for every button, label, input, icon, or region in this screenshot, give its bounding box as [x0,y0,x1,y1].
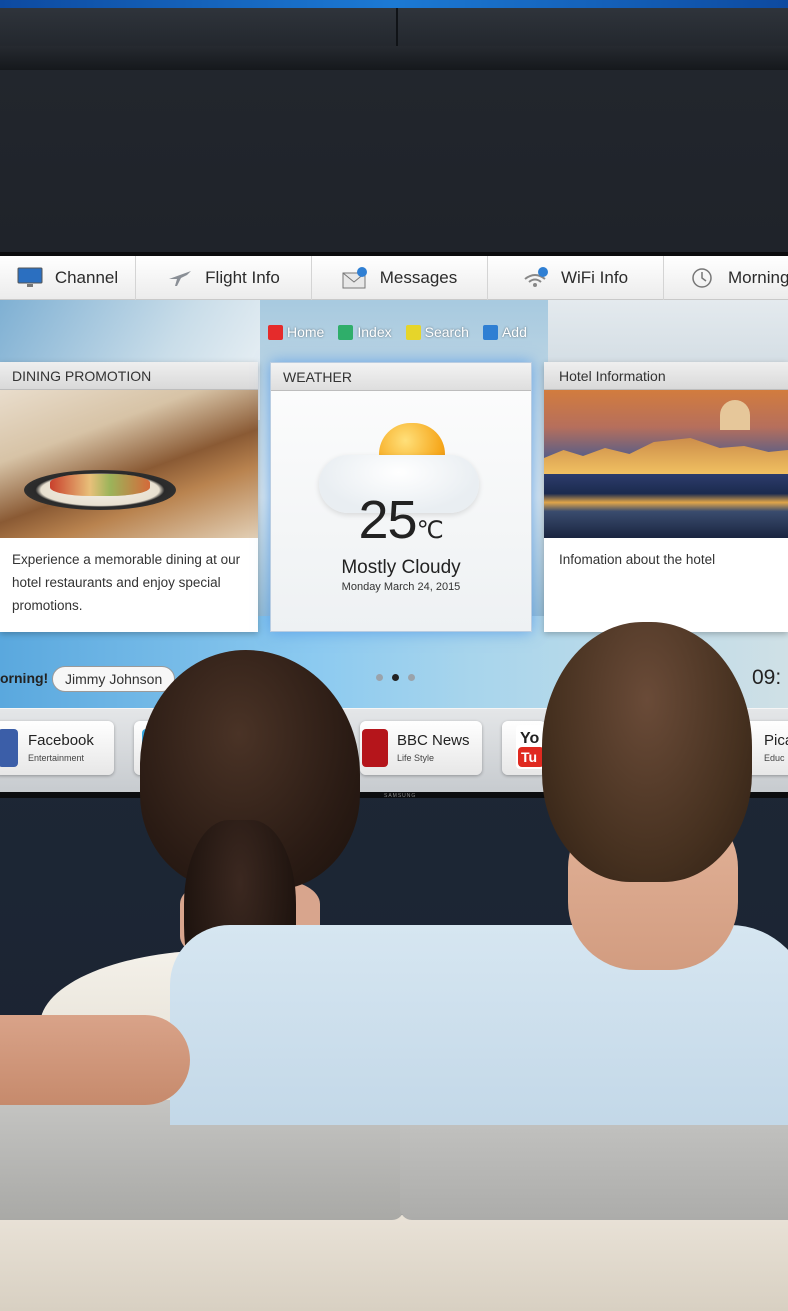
envelope-icon [342,267,368,289]
green-key-icon [338,324,354,340]
clock-icon [690,267,716,289]
red-key-icon [268,324,283,340]
food-image [50,474,150,496]
clock-readout: 09: [752,666,782,689]
app-tile-facebook[interactable]: Facebook Entertainment [0,721,114,775]
svg-text:Yo: Yo [520,730,539,747]
floor [0,1215,788,1311]
airplane-icon [167,267,193,289]
card-title: Hotel Information [544,362,788,390]
samsung-logo: SAMSUNG [384,793,417,799]
yellow-key-icon [405,324,421,340]
app-tile-youtube[interactable]: Yo Tu [502,721,546,775]
facebook-icon [0,729,18,767]
menu-item-wifi-info[interactable]: WiFi Info [488,256,664,300]
greeting-text: orning! [0,670,49,686]
menu-item-label: Morning [728,268,788,287]
menu-item-flight-info[interactable]: Flight Info [136,256,312,300]
blue-key-icon [482,324,498,340]
page-dot[interactable] [376,674,383,681]
bbc-news-icon [362,729,388,767]
menu-item-label: Channel [54,268,119,287]
key-add[interactable]: Add [482,324,527,340]
page-indicator[interactable] [376,674,415,681]
menu-item-messages[interactable]: Messages [312,256,488,300]
dome-image [720,400,750,430]
hotel-photo [544,390,788,538]
hotel-information-card[interactable]: Hotel Information Infomation about the h… [544,362,788,632]
card-title: DINING PROMOTION [0,362,258,390]
menu-item-label: Messages [379,268,458,287]
app-name: BBC News [397,732,470,749]
monitor-icon [17,267,43,289]
card-description: Experience a memorable dining at our hot… [12,552,241,613]
key-home[interactable]: Home [268,324,324,340]
svg-text:Tu: Tu [521,749,537,765]
ceiling-ledge [0,46,788,70]
color-key-legend: Home Index Search Add [268,324,527,340]
page-dot[interactable] [408,674,415,681]
menu-item-morning[interactable]: Morning [664,256,788,300]
guest-name-badge: Jimmy Johnson [52,666,176,692]
weather-condition: Mostly Cloudy [341,557,461,578]
weather-card[interactable]: WEATHER 25℃ Mostly Cloudy Monday March 2… [270,362,532,632]
card-description: Infomation about the hotel [559,552,716,567]
dining-photo [0,390,258,538]
app-category: Entertainment [28,753,85,763]
dining-promotion-card[interactable]: DINING PROMOTION Experience a memorable … [0,362,258,632]
app-category: Life Style [397,753,435,763]
menu-item-label: Flight Info [205,268,280,287]
man-head [542,622,752,882]
page-dot-active[interactable] [392,674,399,681]
app-name: Pica [764,732,788,749]
app-category: Educ [764,753,785,763]
wifi-icon [523,267,549,289]
weather-date: Monday March 24, 2015 [341,581,461,593]
menu-item-channel[interactable]: Channel [0,256,136,300]
ceiling-seam [396,8,398,46]
temperature-unit: ℃ [416,517,444,544]
temperature-value: 25 [358,490,417,550]
top-menu-bar: Channel Flight Info Messages WiFi Info M… [0,256,788,300]
app-tile-bbc-news[interactable]: BBC News Life Style [360,721,482,775]
city-lights-image [544,438,788,474]
menu-item-label: WiFi Info [560,268,629,287]
key-search[interactable]: Search [405,324,469,340]
ceiling-light-strip [0,0,788,8]
app-name: Facebook [28,732,94,749]
ceiling-panel [0,8,788,70]
temperature-readout: 25℃ [271,489,531,551]
key-index[interactable]: Index [338,324,392,340]
man-arm [0,1015,190,1105]
card-title: WEATHER [271,363,531,391]
